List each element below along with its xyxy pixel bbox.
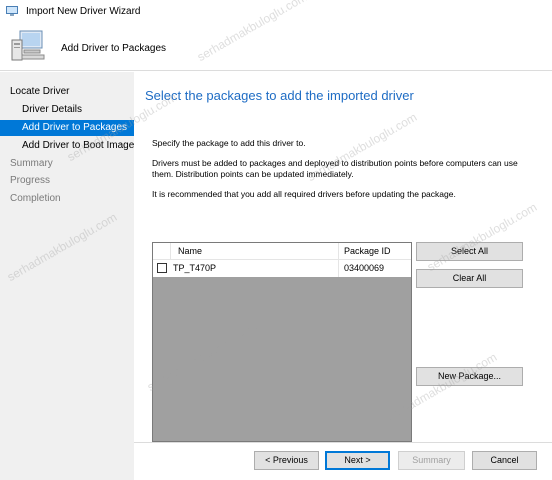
table-row[interactable]: TP_T470P 03400069 <box>153 260 411 277</box>
packages-list-header: Name Package ID <box>153 243 411 260</box>
wizard-step-nav: Locate Driver Driver Details Add Driver … <box>0 72 134 480</box>
recommendation-text: It is recommended that you add all requi… <box>152 189 456 199</box>
column-divider <box>338 260 339 277</box>
nav-step-completion: Completion <box>10 193 61 204</box>
page-title: Select the packages to add the imported … <box>145 88 414 103</box>
wizard-app-icon <box>6 5 18 17</box>
window-title: Import New Driver Wizard <box>26 5 141 17</box>
column-header-name[interactable]: Name <box>178 246 202 256</box>
wizard-header: Add Driver to Packages <box>0 22 552 71</box>
nav-step-summary: Summary <box>10 158 53 169</box>
column-divider <box>338 243 339 260</box>
drivers-note-line2: them. Distribution points can be updated… <box>152 169 354 179</box>
nav-step-progress: Progress <box>10 175 51 186</box>
nav-step-driver-details: Driver Details <box>22 104 83 115</box>
next-button[interactable]: Next > <box>325 451 390 470</box>
header-heading: Add Driver to Packages <box>61 43 167 54</box>
package-name: TP_T470P <box>173 263 217 273</box>
title-bar: Import New Driver Wizard <box>0 0 552 22</box>
nav-step-add-driver-to-packages: Add Driver to Packages <box>0 120 134 136</box>
nav-step-locate-driver: Locate Driver <box>10 86 70 97</box>
summary-button: Summary <box>398 451 465 470</box>
new-package-button[interactable]: New Package... <box>416 367 523 386</box>
column-header-package-id[interactable]: Package ID <box>344 246 391 256</box>
drivers-note-line1: Drivers must be added to packages and de… <box>152 158 518 168</box>
computer-icon <box>10 28 46 64</box>
column-divider <box>170 243 171 260</box>
footer-divider <box>134 442 552 443</box>
previous-button[interactable]: < Previous <box>254 451 319 470</box>
cancel-button[interactable]: Cancel <box>472 451 537 470</box>
instruction-text: Specify the package to add this driver t… <box>152 138 306 148</box>
clear-all-button[interactable]: Clear All <box>416 269 523 288</box>
packages-list[interactable]: Name Package ID TP_T470P 03400069 <box>152 242 412 442</box>
select-all-button[interactable]: Select All <box>416 242 523 261</box>
package-id: 03400069 <box>344 263 385 273</box>
nav-step-add-driver-to-boot-images: Add Driver to Boot Images <box>22 140 134 151</box>
package-checkbox[interactable] <box>157 263 167 273</box>
wizard-content: Select the packages to add the imported … <box>134 72 552 442</box>
